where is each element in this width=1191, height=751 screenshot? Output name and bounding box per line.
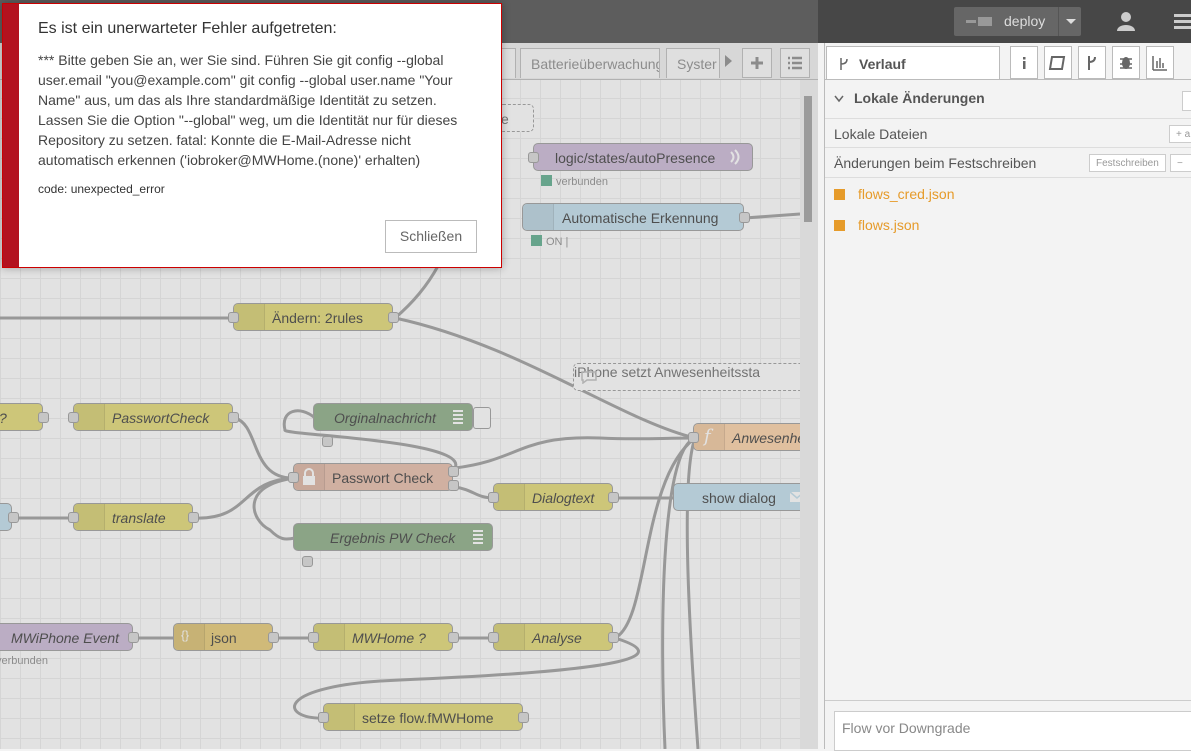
bar-chart-icon	[1152, 56, 1167, 71]
git-branch-icon	[840, 58, 848, 70]
error-notification: Es ist ein unerwarteter Fehler aufgetret…	[2, 3, 502, 268]
info-icon	[1023, 57, 1026, 69]
file-item[interactable]: flows.json	[825, 210, 1191, 240]
info-tab-button[interactable]	[1010, 46, 1038, 79]
book-icon	[1048, 56, 1066, 70]
unstage-all-button[interactable]: −	[1170, 154, 1191, 172]
dashboard-tab-button[interactable]	[1146, 46, 1174, 79]
user-icon[interactable]	[1115, 10, 1137, 32]
chevron-down-icon[interactable]	[1066, 19, 1076, 24]
error-indicator-bar	[3, 4, 19, 267]
commit-button[interactable]: Festschreiben	[1089, 154, 1166, 172]
menu-icon[interactable]	[1170, 14, 1191, 30]
bug-icon	[1120, 57, 1132, 69]
sidebar-splitter[interactable]	[818, 43, 825, 749]
history-tab-button[interactable]	[1078, 46, 1106, 79]
modified-icon	[834, 189, 845, 200]
sidebar-content: Lokale Änderungen Lokale Dateien + a Änd…	[825, 79, 1191, 751]
chevron-down-icon	[834, 95, 844, 103]
debug-tab-button[interactable]	[1112, 46, 1140, 79]
close-button[interactable]: Schließen	[385, 220, 477, 253]
error-title: Es ist ein unerwarteter Fehler aufgetret…	[38, 20, 337, 37]
deploy-icon	[966, 17, 992, 26]
error-message: *** Bitte geben Sie an, wer Sie sind. Fü…	[38, 52, 458, 168]
deploy-label: deploy	[1004, 13, 1046, 29]
file-item[interactable]: flows_cred.json	[825, 179, 1191, 209]
error-code: code: unexpected_error	[38, 182, 165, 196]
stage-all-button[interactable]: + a	[1169, 125, 1191, 143]
sidebar: Verlauf Lokale Änderungen Lokale Dateien…	[818, 43, 1191, 751]
section-local-changes[interactable]: Lokale Änderungen	[825, 83, 1191, 115]
deploy-button[interactable]: deploy	[954, 7, 1081, 36]
local-files-row: Lokale Dateien + a	[825, 118, 1191, 148]
commit-changes-row: Änderungen beim Festschreiben Festschrei…	[825, 148, 1191, 178]
tab-verlauf[interactable]: Verlauf	[826, 46, 1000, 80]
git-icon	[1088, 56, 1096, 70]
modified-icon	[834, 220, 845, 231]
commit-history-entry[interactable]: Flow vor Downgrade	[834, 711, 1191, 751]
help-tab-button[interactable]	[1044, 46, 1072, 79]
